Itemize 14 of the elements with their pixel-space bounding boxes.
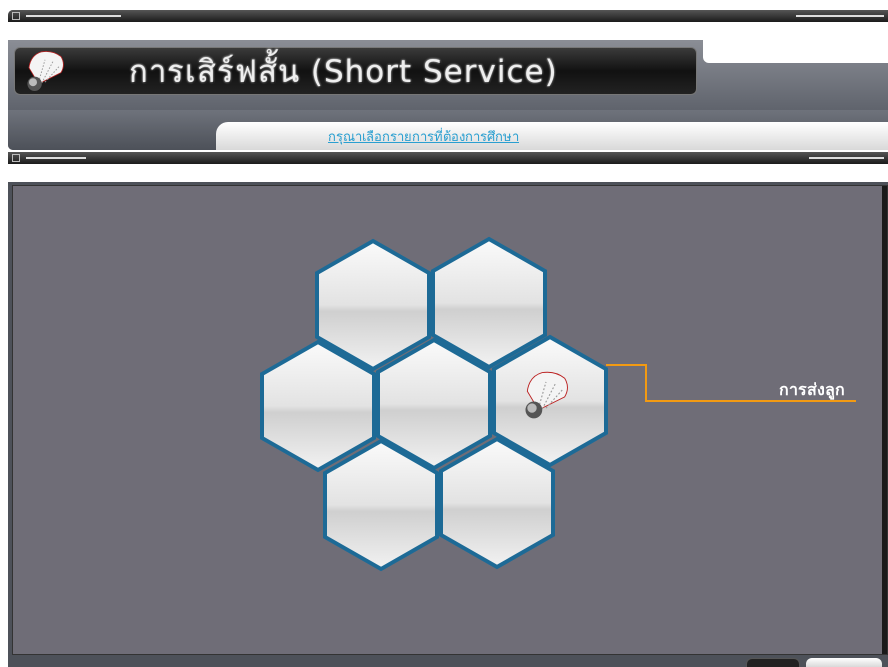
hexagon-tile[interactable] <box>323 438 439 572</box>
bottom-tab[interactable] <box>806 658 882 667</box>
window-icon[interactable] <box>12 154 20 162</box>
instruction-text: กรุณาเลือกรายการที่ต้องการศึกษา <box>328 126 519 150</box>
hexagon-tile[interactable] <box>439 436 555 570</box>
hexagon-tile[interactable] <box>315 238 431 372</box>
item-label[interactable]: การส่งลูก <box>779 377 845 402</box>
hexagon-tile[interactable] <box>431 236 547 370</box>
page-title: การเสิร์ฟสั้น (Short Service) <box>129 46 558 96</box>
hexagon-tile[interactable] <box>260 340 376 472</box>
scrollbar[interactable] <box>882 186 887 654</box>
shuttlecock-icon <box>525 372 568 418</box>
hexagon-tile[interactable] <box>376 338 492 470</box>
window-icon[interactable] <box>12 12 20 20</box>
